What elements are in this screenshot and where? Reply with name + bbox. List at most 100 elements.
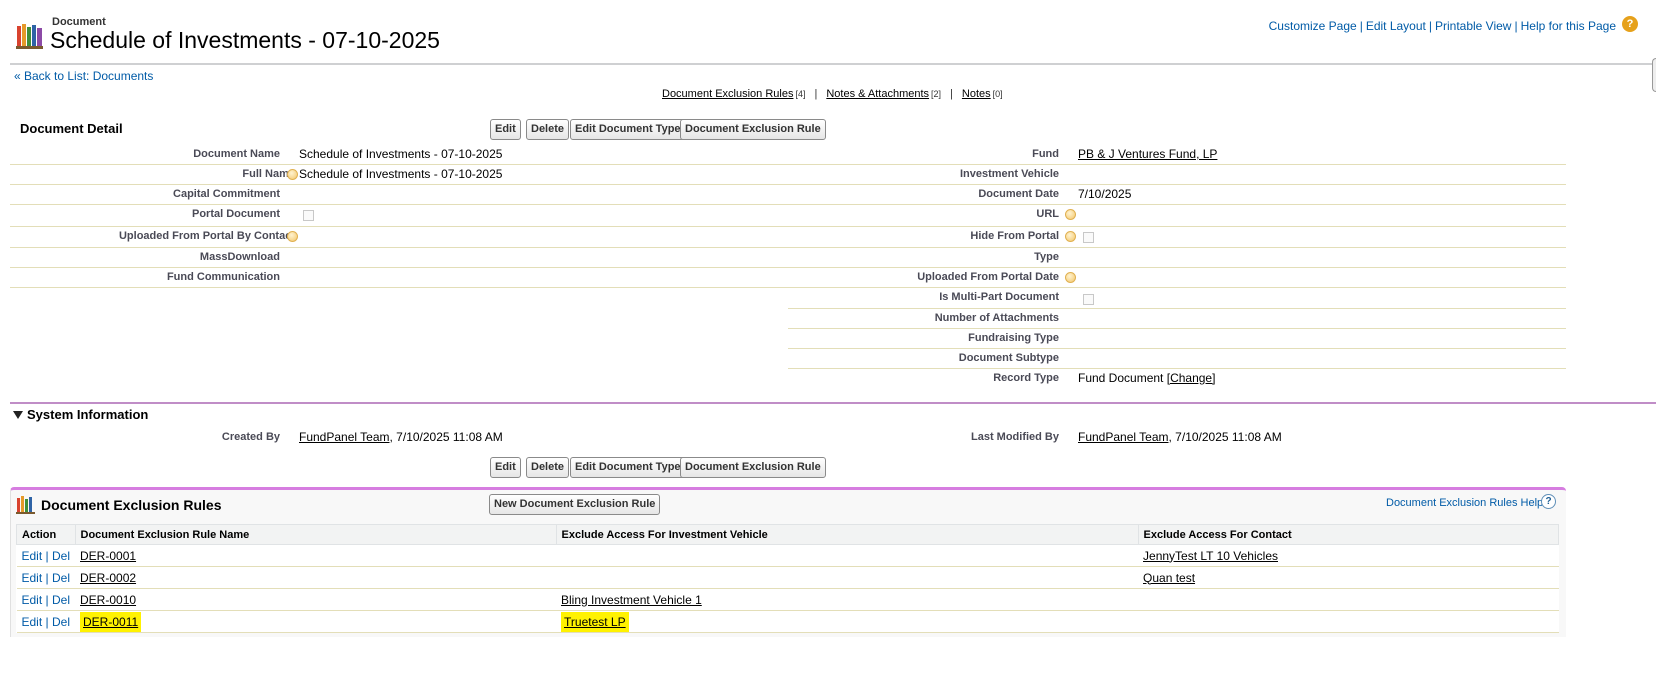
field-value-document-date: 7/10/2025 (1078, 187, 1132, 201)
contact-link[interactable]: Quan test (1143, 571, 1195, 585)
multi-part-document-checkbox (1083, 294, 1094, 305)
related-count: [2] (931, 89, 942, 99)
vehicle-link-highlighted[interactable]: Truetest LP (561, 611, 629, 632)
document-exclusion-rule-button-bottom[interactable]: Document Exclusion Rule (680, 457, 826, 478)
related-count: [0] (992, 89, 1003, 99)
field-value-full-name: Schedule of Investments - 07-10-2025 (299, 167, 503, 181)
field-label-fund-communication: Fund Communication (166, 271, 280, 283)
field-label-portal-document: Portal Document (191, 208, 280, 220)
help-page-link[interactable]: Help for this Page (1521, 19, 1616, 33)
column-header-investment-vehicle[interactable]: Exclude Access For Investment Vehicle (555, 524, 1139, 545)
document-detail-title: Document Detail (20, 121, 123, 136)
collapse-triangle-icon[interactable] (13, 411, 23, 419)
table-row: Edit | Del DER-0001 JennyTest LT 10 Vehi… (16, 544, 1559, 567)
edit-layout-link[interactable]: Edit Layout (1366, 19, 1426, 33)
exclusion-rules-table: Action Document Exclusion Rule Name Excl… (16, 524, 1560, 633)
edit-document-type-button[interactable]: Edit Document Type (570, 119, 686, 140)
sidebar-toggle-handle[interactable] (1652, 58, 1656, 92)
info-icon[interactable] (287, 231, 298, 242)
action-separator: | (45, 570, 49, 585)
related-link-exclusion-rules[interactable]: Document Exclusion Rules (662, 88, 793, 100)
column-header-rule-name[interactable]: Document Exclusion Rule Name (74, 524, 557, 545)
field-label-last-modified-by: Last Modified By (970, 431, 1059, 443)
related-link-notes[interactable]: Notes (962, 88, 991, 100)
edit-row-link[interactable]: Edit (22, 571, 43, 585)
printable-view-link[interactable]: Printable View (1435, 19, 1512, 33)
info-icon[interactable] (1065, 209, 1076, 220)
help-icon[interactable]: ? (1541, 494, 1556, 509)
field-label-number-of-attachments: Number of Attachments (934, 312, 1059, 324)
edit-row-link[interactable]: Edit (22, 549, 43, 563)
contact-link[interactable]: JennyTest LT 10 Vehicles (1143, 549, 1278, 563)
rule-name-link-highlighted[interactable]: DER-0011 (80, 611, 142, 632)
related-count: [4] (795, 89, 806, 99)
edit-row-link[interactable]: Edit (22, 593, 43, 607)
contact-cell: Quan test (1138, 566, 1559, 589)
contact-cell: JennyTest LT 10 Vehicles (1138, 544, 1559, 567)
delete-row-link[interactable]: Del (52, 571, 70, 585)
field-label-multi-part-document: Is Multi-Part Document (939, 291, 1059, 303)
field-label-hide-from-portal: Hide From Portal (970, 230, 1059, 242)
info-icon[interactable] (287, 169, 298, 180)
delete-button[interactable]: Delete (526, 119, 570, 140)
field-label-created-by: Created By (221, 431, 280, 443)
edit-document-type-button-bottom[interactable]: Edit Document Type (570, 457, 686, 478)
new-exclusion-rule-button[interactable]: New Document Exclusion Rule (489, 494, 661, 515)
field-label-document-date: Document Date (978, 188, 1059, 200)
field-label-record-type: Record Type (993, 372, 1059, 384)
rule-name-cell: DER-0001 (75, 544, 557, 567)
delete-row-link[interactable]: Del (52, 593, 70, 607)
field-label-url: URL (1036, 208, 1059, 220)
page-title: Schedule of Investments - 07-10-2025 (50, 27, 440, 53)
modified-by-user-link[interactable]: FundPanel Team (1078, 430, 1169, 444)
rule-name-link[interactable]: DER-0001 (80, 549, 136, 563)
edit-button[interactable]: Edit (490, 119, 521, 140)
edit-button-bottom[interactable]: Edit (490, 457, 521, 478)
delete-button-bottom[interactable]: Delete (526, 457, 570, 478)
system-info-title[interactable]: System Information (27, 407, 148, 422)
table-row: Edit | Del DER-0010 Bling Investment Veh… (16, 588, 1559, 611)
related-link-notes-attachments[interactable]: Notes & Attachments (826, 88, 929, 100)
document-object-icon (16, 24, 43, 49)
customize-page-link[interactable]: Customize Page (1269, 19, 1357, 33)
created-by-user-link[interactable]: FundPanel Team (299, 430, 390, 444)
table-header-row: Action Document Exclusion Rule Name Excl… (16, 524, 1560, 545)
field-label-fundraising-type: Fundraising Type (968, 332, 1059, 344)
delete-row-link[interactable]: Del (52, 615, 70, 629)
action-separator: | (45, 548, 49, 563)
field-value-fund-link[interactable]: PB & J Ventures Fund, LP (1078, 147, 1217, 161)
field-value-document-name: Schedule of Investments - 07-10-2025 (299, 147, 503, 161)
contact-cell (1138, 588, 1559, 611)
rule-name-link[interactable]: DER-0002 (80, 571, 136, 585)
exclusion-rules-help-link[interactable]: Document Exclusion Rules Help (1386, 497, 1543, 509)
field-label-massdownload: MassDownload (199, 251, 280, 263)
rule-name-link[interactable]: DER-0010 (80, 593, 136, 607)
change-record-type-link[interactable]: [Change] (1167, 371, 1216, 385)
table-row: Edit | Del DER-0002 Quan test (16, 566, 1559, 589)
edit-row-link[interactable]: Edit (22, 615, 43, 629)
modified-by-date: , 7/10/2025 11:08 AM (1168, 430, 1282, 444)
info-icon[interactable] (1065, 272, 1076, 283)
field-label-investment-vehicle: Investment Vehicle (959, 168, 1059, 180)
column-header-contact[interactable]: Exclude Access For Contact (1137, 524, 1560, 545)
field-label-uploaded-from-portal-date: Uploaded From Portal Date (917, 271, 1059, 283)
info-icon[interactable] (1065, 231, 1076, 242)
action-separator: | (45, 592, 49, 607)
row-actions: Edit | Del (16, 610, 76, 633)
vehicle-link[interactable]: Bling Investment Vehicle 1 (561, 593, 702, 607)
record-type-value: Fund Document (1078, 371, 1164, 385)
row-actions: Edit | Del (16, 566, 76, 589)
help-icon[interactable]: ? (1622, 16, 1638, 32)
vehicle-cell: Bling Investment Vehicle 1 (556, 588, 1139, 611)
field-label-type: Type (1034, 251, 1059, 263)
back-to-list-link[interactable]: « Back to List: Documents (14, 69, 153, 83)
rule-name-cell: DER-0011 (75, 610, 557, 633)
vehicle-cell (556, 566, 1139, 589)
table-row: Edit | Del DER-0011 Truetest LP (16, 610, 1559, 633)
header-divider (10, 63, 1656, 65)
exclusion-rules-object-icon (16, 496, 35, 514)
document-exclusion-rule-button[interactable]: Document Exclusion Rule (680, 119, 826, 140)
exclusion-rules-title: Document Exclusion Rules (41, 497, 222, 513)
field-value-last-modified-by: FundPanel Team, 7/10/2025 11:08 AM (1078, 430, 1282, 444)
delete-row-link[interactable]: Del (52, 549, 70, 563)
